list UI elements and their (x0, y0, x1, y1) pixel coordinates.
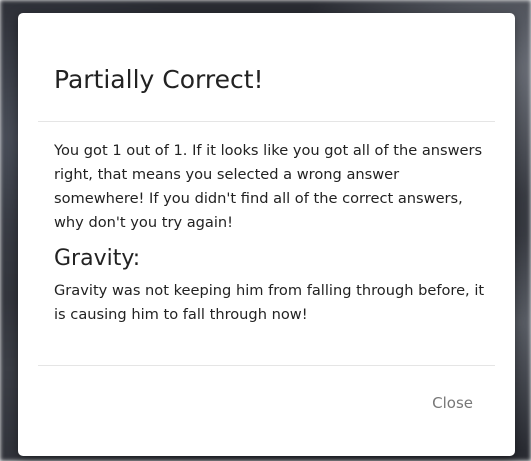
answer-explanation: Gravity was not keeping him from falling… (54, 282, 485, 323)
result-message: You got 1 out of 1. If it looks like you… (54, 142, 483, 231)
dialog-header: Partially Correct! (38, 13, 495, 122)
result-dialog: Partially Correct! You got 1 out of 1. I… (18, 13, 515, 456)
dialog-body: You got 1 out of 1. If it looks like you… (54, 139, 485, 327)
dialog-title: Partially Correct! (54, 65, 264, 94)
dialog-footer: Close (38, 365, 495, 456)
close-button[interactable]: Close (424, 390, 481, 416)
answer-title: Gravity: (54, 246, 141, 271)
